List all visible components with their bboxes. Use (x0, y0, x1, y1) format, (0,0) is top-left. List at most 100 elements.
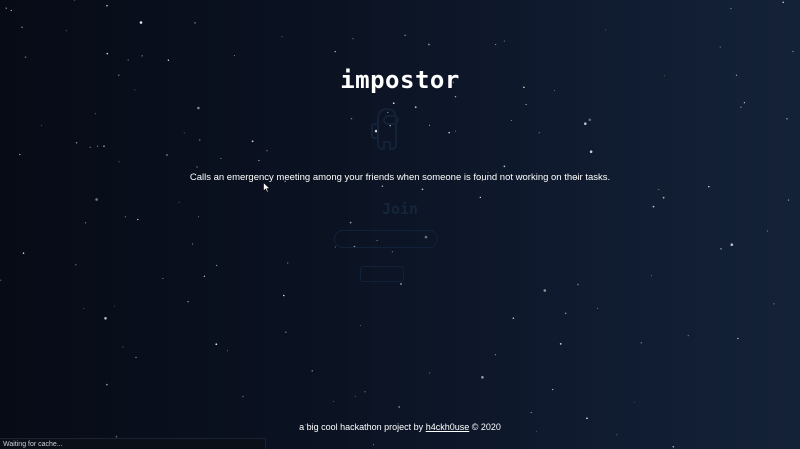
star (767, 230, 769, 232)
star (242, 395, 244, 398)
star (448, 131, 450, 134)
star (708, 185, 710, 188)
star (106, 4, 108, 7)
star (127, 59, 129, 61)
star (719, 46, 721, 48)
star (552, 388, 554, 391)
star (350, 117, 353, 120)
star (75, 264, 77, 266)
star (216, 264, 218, 266)
star (373, 444, 374, 446)
star (538, 132, 540, 134)
star (349, 221, 352, 224)
star (187, 301, 189, 303)
star (5, 7, 7, 9)
star (122, 346, 124, 348)
star (285, 331, 287, 333)
star (85, 222, 87, 224)
star (494, 354, 496, 356)
star (597, 307, 599, 309)
star (672, 445, 675, 448)
star (525, 103, 527, 106)
star (564, 312, 567, 315)
star (251, 140, 254, 143)
star (640, 342, 643, 344)
footer-author-link[interactable]: h4ckh0use (426, 422, 470, 432)
star (730, 7, 732, 10)
star (391, 251, 393, 253)
star (233, 55, 235, 56)
crewmate-icon (371, 107, 399, 150)
star (118, 161, 120, 163)
star (658, 188, 660, 191)
star (421, 188, 424, 191)
star (634, 401, 636, 403)
star (740, 106, 742, 108)
app-description: Calls an emergency meeting among your fr… (189, 172, 611, 183)
star (197, 106, 200, 110)
star (782, 1, 784, 4)
star (311, 370, 313, 372)
star (19, 153, 21, 156)
star (135, 356, 137, 359)
star (21, 26, 23, 28)
star (83, 308, 85, 310)
star (605, 29, 607, 31)
star (479, 196, 481, 199)
star (495, 44, 497, 46)
star (743, 102, 745, 104)
star (103, 145, 105, 147)
footer-suffix: © 2020 (469, 422, 501, 432)
star (503, 165, 506, 168)
star (455, 130, 457, 132)
star (106, 383, 108, 386)
star (651, 275, 653, 277)
star (137, 218, 139, 221)
star (141, 55, 143, 57)
star (588, 118, 592, 122)
star (364, 391, 366, 393)
star (773, 303, 775, 305)
star (281, 36, 283, 38)
star (730, 243, 734, 246)
star (283, 294, 285, 297)
star (94, 113, 96, 115)
star (510, 119, 512, 121)
browser-status-bar: Waiting for cache... (0, 438, 266, 449)
star (584, 122, 587, 125)
star (194, 22, 196, 24)
star (215, 343, 218, 346)
star (589, 150, 593, 153)
footer-prefix: a big cool hackathon project by (299, 422, 426, 432)
star (162, 277, 164, 280)
star (392, 102, 395, 105)
star (398, 406, 400, 408)
star (65, 30, 67, 32)
star (737, 337, 739, 340)
star (75, 142, 78, 144)
star (404, 34, 406, 36)
star (428, 43, 430, 46)
meeting-code-input[interactable] (334, 230, 438, 248)
star (354, 395, 356, 397)
star (104, 317, 107, 320)
star (662, 196, 665, 199)
star (198, 139, 201, 141)
star (196, 166, 198, 168)
star (530, 412, 532, 414)
star (167, 59, 170, 61)
star (381, 185, 384, 187)
star (543, 289, 547, 292)
star (512, 317, 515, 319)
star (73, 0, 76, 1)
star (203, 275, 206, 277)
join-button[interactable] (360, 266, 404, 282)
star (414, 106, 417, 109)
star (720, 248, 722, 250)
star (352, 38, 354, 40)
star (191, 243, 194, 245)
star (429, 372, 431, 374)
star (334, 50, 337, 53)
star (454, 95, 457, 98)
star (577, 283, 579, 286)
